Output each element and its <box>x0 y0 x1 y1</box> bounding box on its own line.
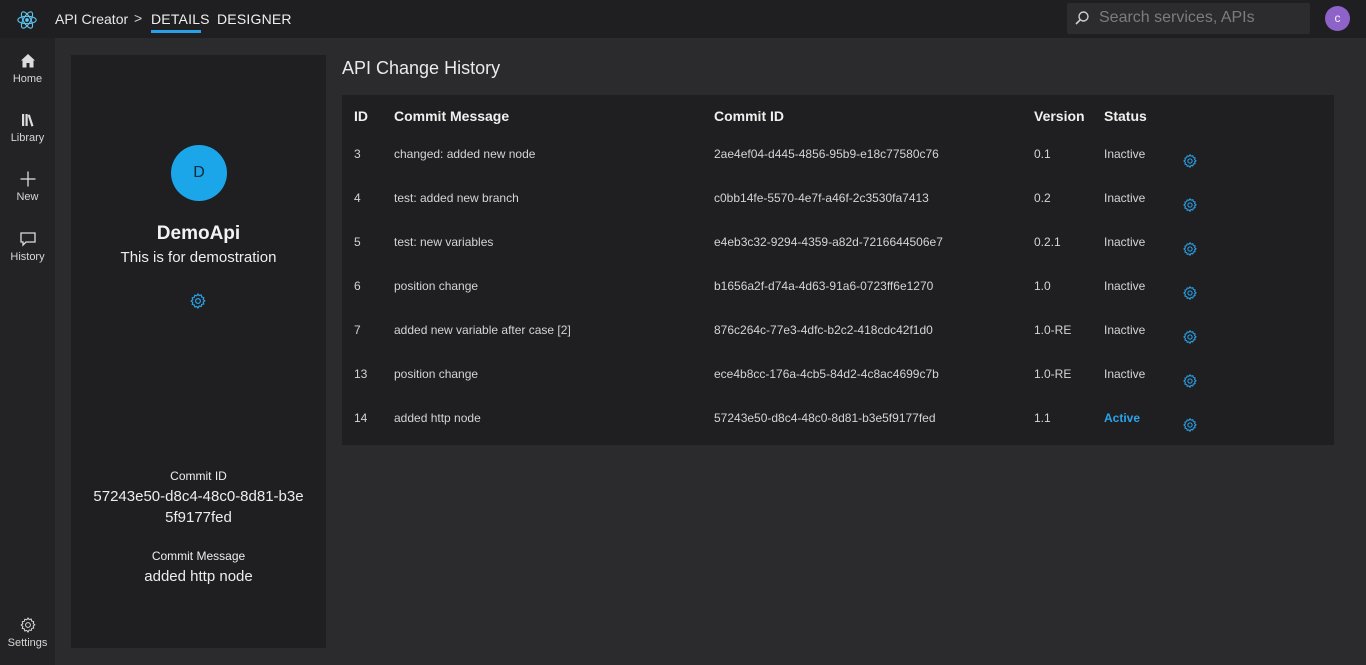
cell-version: 0.1 <box>1034 147 1051 161</box>
column-header-id: ID <box>354 108 368 124</box>
react-logo-icon[interactable] <box>16 9 38 31</box>
nav-label-library: Library <box>10 132 45 144</box>
commit-message-value: added http node <box>144 568 253 585</box>
cell-commit-id: 57243e50-d8c4-48c0-8d81-b3e5f9177fed <box>714 411 936 425</box>
row-settings-gear-icon[interactable] <box>1182 329 1198 345</box>
nav-item-history[interactable]: History <box>0 230 55 263</box>
nav-item-new[interactable]: New <box>0 170 55 203</box>
table-row[interactable]: 3 changed: added new node 2ae4ef04-d445-48… <box>342 147 1334 191</box>
row-settings-gear-icon[interactable] <box>1182 373 1198 389</box>
row-settings-gear-icon[interactable] <box>1182 241 1198 257</box>
cell-version: 1.1 <box>1034 411 1051 425</box>
cell-status: Inactive <box>1104 323 1146 337</box>
column-header-version: Version <box>1034 108 1085 124</box>
cell-status: Inactive <box>1104 235 1146 249</box>
page-title: API Change History <box>342 58 501 78</box>
library-icon <box>21 114 34 127</box>
cell-id: 7 <box>354 323 361 337</box>
cell-commit-id: 876c264c-77e3-4dfc-b2c2-418cdc42f1d0 <box>714 323 933 337</box>
cell-commit-message: test: new variables <box>394 235 494 249</box>
home-icon <box>20 54 35 68</box>
cell-id: 4 <box>354 191 361 205</box>
cell-commit-id: ece4b8cc-176a-4cb5-84d2-4c8ac4699c7b <box>714 367 939 381</box>
cell-status: Inactive <box>1104 147 1146 161</box>
cell-commit-message: position change <box>394 367 479 381</box>
api-detail-panel: D DemoApi This is for demostration Commi… <box>71 55 326 648</box>
cell-commit-message: position change <box>394 279 479 293</box>
plus-icon <box>20 171 35 187</box>
row-settings-gear-icon[interactable] <box>1182 153 1198 169</box>
nav-label-new: New <box>16 191 39 203</box>
nav-label-history: History <box>10 251 45 263</box>
cell-status: Inactive <box>1104 367 1146 381</box>
cell-status: Inactive <box>1104 191 1146 205</box>
row-settings-gear-icon[interactable] <box>1182 417 1198 433</box>
cell-version: 0.2.1 <box>1034 235 1061 249</box>
tab-designer[interactable]: DESIGNER <box>217 11 292 27</box>
gear-icon <box>20 617 35 633</box>
cell-id: 5 <box>354 235 361 249</box>
table-row[interactable]: 14 added http node 57243e50-d8c4-48c0-8d81… <box>342 411 1334 455</box>
api-avatar: D <box>171 145 227 201</box>
search-icon <box>1075 11 1089 25</box>
cell-commit-message: changed: added new node <box>394 147 536 161</box>
tab-details[interactable]: DETAILS <box>151 11 210 27</box>
table-row[interactable]: 6 position change b1656a2f-d74a-4d63-91a6-… <box>342 279 1334 323</box>
api-description: This is for demostration <box>120 249 277 266</box>
commit-message-label: Commit Message <box>151 549 246 563</box>
nav-item-home[interactable]: Home <box>0 52 55 85</box>
api-settings-gear-icon[interactable] <box>189 292 207 310</box>
column-header-commit-message: Commit Message <box>394 108 510 124</box>
row-settings-gear-icon[interactable] <box>1182 285 1198 301</box>
cell-commit-id: c0bb14fe-5570-4e7f-a46f-2c3530fa7413 <box>714 191 929 205</box>
chat-icon <box>19 232 36 247</box>
cell-commit-id: b1656a2f-d74a-4d63-91a6-0723ff6e1270 <box>714 279 934 293</box>
nav-label-home: Home <box>12 73 43 85</box>
search-input[interactable]: Search services, APIs <box>1067 3 1310 34</box>
tab-active-indicator <box>151 30 201 33</box>
cell-status: Active <box>1104 411 1141 425</box>
cell-id: 3 <box>354 147 361 161</box>
column-header-status: Status <box>1104 108 1147 124</box>
chevron-right-icon: > <box>134 10 143 26</box>
change-history-table: ID Commit Message Commit ID Version Stat… <box>342 95 1334 445</box>
cell-commit-message: test: added new branch <box>394 191 519 205</box>
cell-commit-id: 2ae4ef04-d445-4856-95b9-e18c77580c76 <box>714 147 939 161</box>
column-header-commit-id: Commit ID <box>714 108 784 124</box>
commit-id-value: 57243e50-d8c4-48c0-8d81-b3e5f9177fed <box>93 488 304 526</box>
cell-version: 1.0 <box>1034 279 1051 293</box>
table-row[interactable]: 13 position change ece4b8cc-176a-4cb5-84d2… <box>342 367 1334 411</box>
breadcrumb-app-name[interactable]: API Creator <box>55 11 128 27</box>
cell-id: 6 <box>354 279 361 293</box>
row-settings-gear-icon[interactable] <box>1182 197 1198 213</box>
user-avatar[interactable]: c <box>1325 6 1350 31</box>
nav-item-library[interactable]: Library <box>0 111 55 144</box>
table-row[interactable]: 4 test: added new branch c0bb14fe-5570-4e7… <box>342 191 1334 235</box>
cell-version: 1.0-RE <box>1034 367 1072 381</box>
cell-version: 0.2 <box>1034 191 1051 205</box>
top-bar: API Creator > DETAILS DESIGNER Search se… <box>0 0 1366 38</box>
nav-item-settings[interactable]: Settings <box>0 616 55 649</box>
table-row[interactable]: 7 added new variable after case [2] 876c26… <box>342 323 1334 367</box>
cell-status: Inactive <box>1104 279 1146 293</box>
cell-version: 1.0-RE <box>1034 323 1072 337</box>
search-placeholder: Search services, APIs <box>1099 9 1255 26</box>
cell-commit-id: e4eb3c32-9294-4359-a82d-7216644506e7 <box>714 235 943 249</box>
table-row[interactable]: 5 test: new variables e4eb3c32-9294-4359-a… <box>342 235 1334 279</box>
cell-commit-message: added http node <box>394 411 481 425</box>
cell-id: 13 <box>354 367 368 381</box>
left-nav: Home Library New History Settings <box>0 38 55 665</box>
commit-id-label: Commit ID <box>170 469 227 483</box>
api-name: DemoApi <box>156 223 241 244</box>
nav-label-settings: Settings <box>7 637 48 649</box>
cell-id: 14 <box>354 411 368 425</box>
cell-commit-message: added new variable after case [2] <box>394 323 571 337</box>
